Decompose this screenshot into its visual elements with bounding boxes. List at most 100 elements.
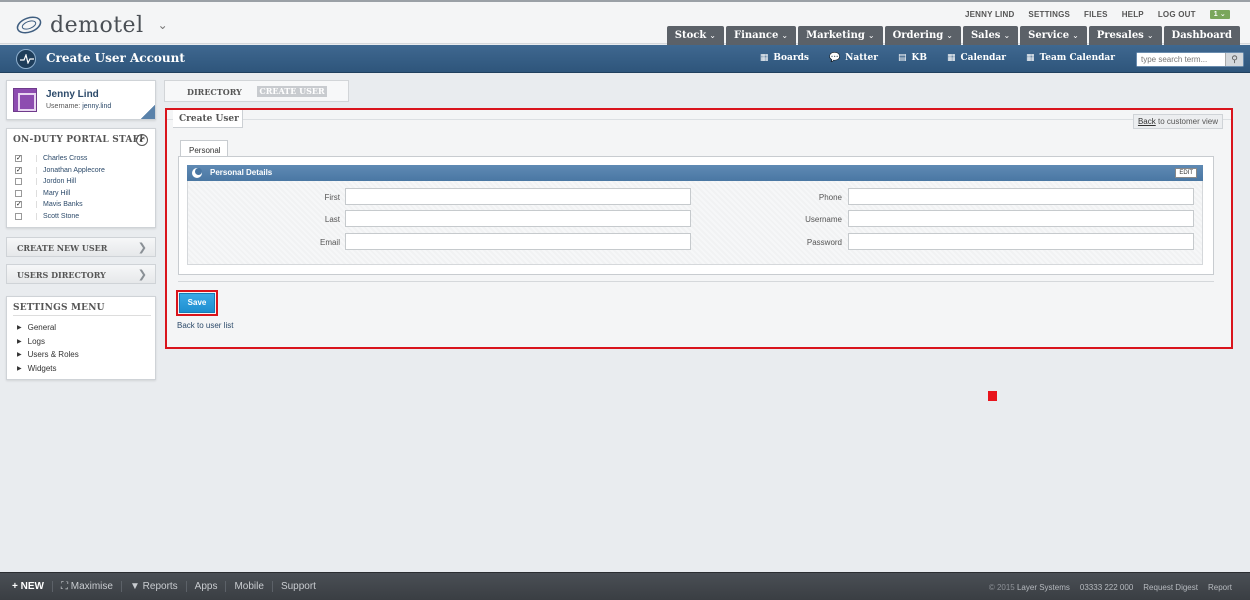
settings-item-widgets[interactable]: ▶ Widgets: [17, 362, 79, 376]
nav-tab-service[interactable]: Service ⌄: [1020, 26, 1087, 46]
team-calendar-icon: ▦: [1026, 53, 1035, 63]
nav-tab-dashboard[interactable]: Dashboard: [1163, 26, 1240, 46]
staff-row: Jordon Hill: [15, 176, 153, 188]
settings-item-users-roles[interactable]: ▶ Users & Roles: [17, 348, 79, 362]
divider: [178, 281, 1214, 282]
settings-menu-title: SETTINGS MENU: [13, 303, 105, 313]
email-field[interactable]: [345, 233, 691, 250]
staff-checkbox[interactable]: ✓: [15, 166, 22, 174]
maximise-button[interactable]: ⛶ Maximise: [53, 581, 122, 592]
back-to-user-list-link[interactable]: Back to user list: [177, 321, 233, 330]
main-nav: Stock ⌄ Finance ⌄ Marketing ⌄ Ordering ⌄ Sal…: [666, 26, 1240, 46]
staff-row: Scott Stone: [15, 211, 153, 223]
avatar[interactable]: [13, 88, 37, 112]
report-link[interactable]: Report: [1208, 583, 1232, 592]
settings-item-general[interactable]: ▶ General: [17, 321, 79, 335]
quicklink-calendar[interactable]: ▦ Calendar: [947, 53, 1006, 63]
staff-name[interactable]: Mary Hill: [36, 189, 70, 197]
expand-corner-icon[interactable]: [141, 105, 155, 119]
user-name[interactable]: Jenny Lind: [46, 89, 99, 100]
section-body: First Last Email Phone Username Password: [187, 181, 1203, 265]
chevron-down-icon: ⌄: [1146, 31, 1154, 40]
save-button[interactable]: Save: [179, 293, 215, 313]
nav-tab-presales[interactable]: Presales ⌄: [1088, 26, 1162, 46]
back-to-customer-view-link[interactable]: Back to customer view: [1132, 114, 1223, 129]
staff-checkbox[interactable]: [15, 178, 22, 186]
staff-checkbox[interactable]: ✓: [15, 155, 22, 163]
chevron-down-icon: ⌄: [709, 31, 716, 40]
quicklink-natter[interactable]: 💬 Natter: [829, 53, 878, 63]
settings-menu-panel: SETTINGS MENU ▶ General ▶ Logs ▶ Users & Ro…: [6, 296, 156, 380]
staff-list: ✓ Charles Cross ✓ Jonathan Applecore Jordo…: [15, 153, 153, 222]
support-button[interactable]: Support: [273, 581, 324, 592]
search-input[interactable]: [1137, 53, 1225, 66]
staff-name[interactable]: Jordon Hill: [36, 178, 76, 186]
maximise-icon: ⛶: [60, 581, 71, 592]
nav-tab-marketing[interactable]: Marketing ⌄: [798, 26, 883, 46]
footer-right: © 2015 Layer Systems 03333 222 000 Reque…: [989, 583, 1232, 592]
staff-checkbox[interactable]: [15, 189, 22, 197]
last-name-field[interactable]: [345, 210, 691, 227]
toplink-settings[interactable]: SETTINGS: [1028, 10, 1070, 19]
password-label: Password: [806, 238, 842, 247]
brand-logo[interactable]: demotel ⌄: [16, 12, 168, 38]
staff-name[interactable]: Scott Stone: [36, 212, 79, 220]
settings-item-logs[interactable]: ▶ Logs: [17, 335, 79, 349]
divider: [167, 119, 1231, 120]
toplink-logout[interactable]: LOG OUT: [1158, 10, 1196, 19]
save-button-highlight: Save: [176, 290, 218, 316]
username-line: Username: jenny.lind: [46, 103, 112, 110]
staff-name[interactable]: Mavis Banks: [36, 201, 83, 209]
users-directory-button[interactable]: USERS DIRECTORY ❯: [6, 264, 156, 284]
section-header: Personal Details EDIT: [187, 165, 1203, 181]
staff-name[interactable]: Charles Cross: [36, 155, 87, 163]
content-tabs: DIRECTORY CREATE USER: [164, 80, 349, 102]
nav-tab-ordering[interactable]: Ordering ⌄: [884, 26, 961, 46]
quicklink-kb[interactable]: ▤ KB: [898, 53, 927, 63]
new-button[interactable]: + NEW: [12, 581, 53, 592]
password-field[interactable]: [848, 233, 1194, 250]
triangle-right-icon: ▶: [17, 338, 22, 345]
quick-links: ▦ Boards 💬 Natter ▤ KB ▦ Calendar ▦ Team Cale…: [760, 53, 1115, 63]
toplink-files[interactable]: FILES: [1084, 10, 1108, 19]
staff-row: ✓ Charles Cross: [15, 153, 153, 165]
staff-checkbox[interactable]: [15, 212, 22, 220]
tab-directory[interactable]: DIRECTORY: [187, 87, 242, 97]
nav-tab-finance[interactable]: Finance ⌄: [725, 26, 797, 46]
username-field[interactable]: [848, 210, 1194, 227]
check-circle-icon[interactable]: ✓: [136, 134, 148, 146]
tab-create-user[interactable]: CREATE USER: [257, 86, 327, 97]
personal-form: Personal Details EDIT First Last Email P…: [178, 156, 1214, 275]
phone-field[interactable]: [848, 188, 1194, 205]
request-digest-link[interactable]: Request Digest: [1143, 583, 1198, 592]
pulse-icon: [16, 49, 36, 69]
on-duty-staff-panel: ON-DUTY PORTAL STAFF ✓ ✓ Charles Cross ✓ J…: [6, 128, 156, 228]
quicklink-boards[interactable]: ▦ Boards: [760, 53, 809, 63]
triangle-right-icon: ▶: [17, 352, 22, 359]
quicklink-team-calendar[interactable]: ▦ Team Calendar: [1026, 53, 1115, 63]
first-name-field[interactable]: [345, 188, 691, 205]
edit-button[interactable]: EDIT: [1175, 168, 1197, 178]
toplink-help[interactable]: HELP: [1122, 10, 1144, 19]
brand-name: demotel: [50, 12, 144, 38]
notification-badge[interactable]: 1 ⌄: [1209, 10, 1230, 19]
staff-checkbox[interactable]: ✓: [15, 201, 22, 209]
mobile-button[interactable]: Mobile: [226, 581, 273, 592]
divider: [13, 315, 151, 316]
reports-button[interactable]: ▼ Reports: [122, 581, 187, 592]
panel-title: Create User: [173, 110, 243, 128]
staff-name[interactable]: Jonathan Applecore: [36, 166, 105, 174]
chevron-down-icon: ⌄: [1003, 31, 1011, 40]
nav-tab-sales[interactable]: Sales ⌄: [962, 26, 1019, 46]
create-new-user-button[interactable]: CREATE NEW USER ❯: [6, 237, 156, 257]
apps-button[interactable]: Apps: [187, 581, 227, 592]
search-icon[interactable]: ⚲: [1225, 53, 1243, 66]
toplink-user[interactable]: JENNY LIND: [965, 10, 1014, 19]
logo-swirl-icon: [16, 16, 42, 34]
chevron-down-icon: ⌄: [867, 31, 875, 40]
triangle-right-icon: ▶: [17, 365, 22, 372]
calendar-icon: ▦: [946, 53, 956, 63]
first-label: First: [324, 193, 340, 202]
nav-tab-stock[interactable]: Stock ⌄: [666, 26, 724, 46]
chevron-down-icon[interactable]: ⌄: [158, 18, 168, 32]
